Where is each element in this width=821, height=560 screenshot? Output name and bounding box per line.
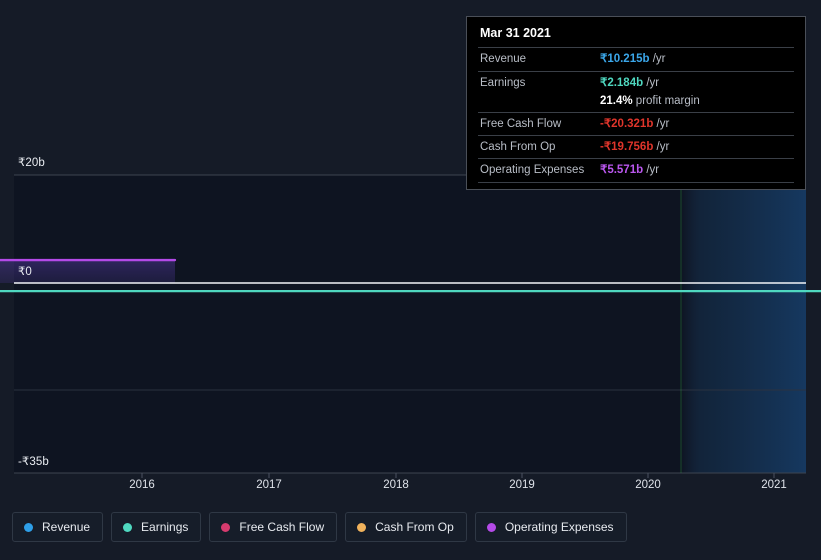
tooltip-row: Revenue₹10.215b /yr [478,48,794,71]
tooltip-row: Operating Expenses₹5.571b /yr [478,159,794,182]
legend-item-label: Earnings [141,520,188,534]
financial-chart-screenshot: ₹20b ₹0 -₹35b 2016 2017 2018 2019 2020 2021 M… [0,0,821,560]
legend-color-dot-icon [221,523,230,532]
legend-item-free-cash-flow[interactable]: Free Cash Flow [209,512,337,542]
tooltip-row: 21.4% profit margin [478,94,794,113]
legend-color-dot-icon [487,523,496,532]
legend-item-label: Revenue [42,520,90,534]
tooltip-row-label: Operating Expenses [478,159,598,182]
legend-item-label: Free Cash Flow [239,520,324,534]
legend-item-revenue[interactable]: Revenue [12,512,103,542]
legend-item-earnings[interactable]: Earnings [111,512,201,542]
y-axis-label-zero: ₹0 [18,264,32,278]
tooltip-row-value: ₹2.184b /yr [598,71,794,94]
legend-color-dot-icon [123,523,132,532]
chart-legend: Revenue Earnings Free Cash Flow Cash From O… [12,512,627,542]
tooltip-row-label: Cash From Op [478,136,598,159]
tooltip-row-value: ₹5.571b /yr [598,159,794,182]
x-axis-label-2019: 2019 [509,479,535,491]
x-axis-label-2020: 2020 [635,479,661,491]
tooltip-metrics-table: Revenue₹10.215b /yrEarnings₹2.184b /yr21… [478,47,794,182]
tooltip-row-label: Revenue [478,48,598,71]
x-axis-label-2016: 2016 [129,479,155,491]
tooltip-row-value: ₹10.215b /yr [598,48,794,71]
tooltip-footer-rule [478,182,794,183]
tooltip-row-value: 21.4% profit margin [598,94,794,113]
legend-item-operating-expenses[interactable]: Operating Expenses [475,512,627,542]
tooltip-row: Earnings₹2.184b /yr [478,71,794,94]
forecast-region [681,175,806,473]
tooltip-row-label: Free Cash Flow [478,113,598,136]
tooltip-row: Free Cash Flow-₹20.321b /yr [478,113,794,136]
legend-color-dot-icon [24,523,33,532]
y-axis-label-bottom: -₹35b [18,454,49,468]
x-axis-label-2021: 2021 [761,479,787,491]
tooltip-row-value: -₹19.756b /yr [598,136,794,159]
legend-item-cash-from-op[interactable]: Cash From Op [345,512,467,542]
tooltip-row-label: Earnings [478,71,598,94]
x-axis-label-2017: 2017 [256,479,282,491]
x-axis-label-2018: 2018 [383,479,409,491]
tooltip-row-label [478,94,598,113]
legend-item-label: Cash From Op [375,520,454,534]
legend-color-dot-icon [357,523,366,532]
tooltip-row: Cash From Op-₹19.756b /yr [478,136,794,159]
y-axis-label-top: ₹20b [18,155,45,169]
chart-tooltip: Mar 31 2021 Revenue₹10.215b /yrEarnings₹… [466,16,806,190]
legend-item-label: Operating Expenses [505,520,614,534]
tooltip-row-value: -₹20.321b /yr [598,113,794,136]
tooltip-date: Mar 31 2021 [478,24,794,47]
